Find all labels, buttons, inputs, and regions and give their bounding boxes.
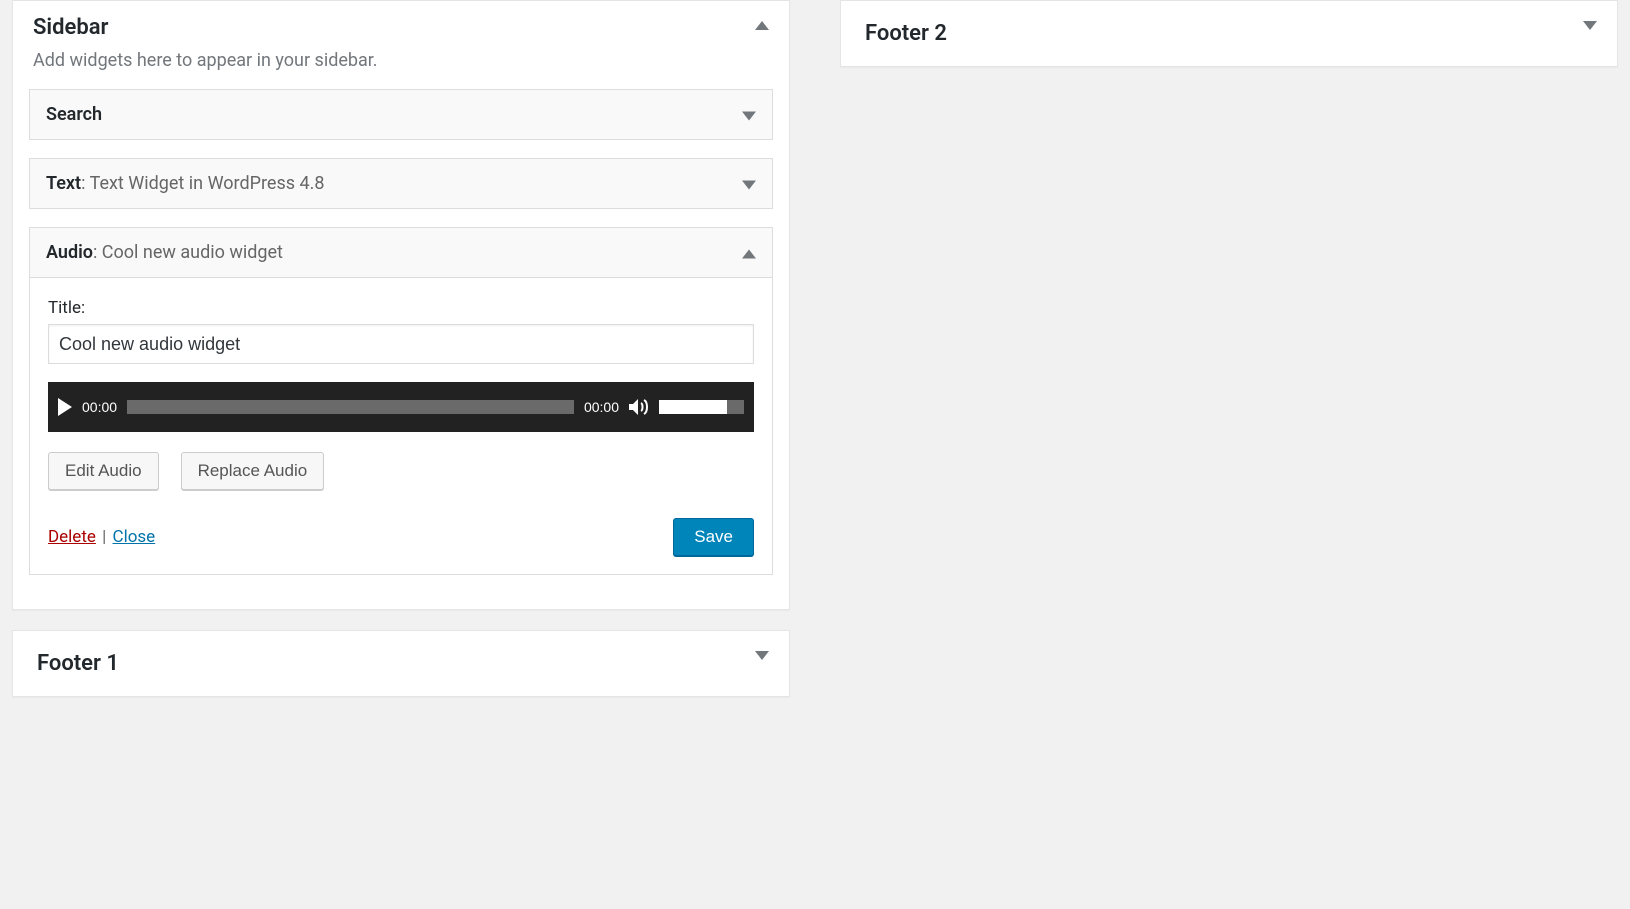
title-input[interactable] — [48, 324, 754, 364]
widget-search: Search — [29, 89, 773, 140]
progress-bar[interactable] — [127, 400, 574, 414]
media-buttons: Edit Audio Replace Audio — [48, 452, 754, 490]
widget-area-sidebar: Sidebar Add widgets here to appear in yo… — [12, 0, 790, 610]
action-links: Delete | Close — [48, 527, 155, 547]
duration-time: 00:00 — [584, 399, 619, 415]
widget-audio: Audio: Cool new audio widget Title: 00:0… — [29, 227, 773, 575]
save-button[interactable]: Save — [673, 518, 754, 556]
separator: | — [100, 527, 108, 547]
expand-icon — [755, 645, 769, 664]
widget-name: Text: Text Widget in WordPress 4.8 — [46, 173, 324, 194]
collapse-icon — [755, 15, 769, 34]
replace-audio-button[interactable]: Replace Audio — [181, 452, 325, 490]
widget-area-description: Add widgets here to appear in your sideb… — [13, 50, 789, 89]
widget-name: Search — [46, 104, 102, 125]
widget-area-footer1: Footer 1 — [12, 630, 790, 697]
widget-text-header[interactable]: Text: Text Widget in WordPress 4.8 — [30, 159, 772, 208]
close-link[interactable]: Close — [113, 527, 156, 547]
play-icon[interactable] — [58, 398, 72, 416]
widget-area-sidebar-header[interactable]: Sidebar — [13, 1, 789, 50]
current-time: 00:00 — [82, 399, 117, 415]
widget-actions: Delete | Close Save — [48, 518, 754, 556]
widget-name: Audio: Cool new audio widget — [46, 242, 283, 263]
volume-icon[interactable] — [629, 398, 649, 416]
widget-area-title: Footer 2 — [865, 21, 1593, 46]
title-label: Title: — [48, 298, 754, 318]
delete-link[interactable]: Delete — [48, 527, 96, 547]
widget-audio-header[interactable]: Audio: Cool new audio widget — [30, 228, 772, 278]
volume-bar[interactable] — [659, 400, 744, 414]
widget-area-title: Footer 1 — [37, 651, 765, 676]
widget-audio-body: Title: 00:00 00:00 — [30, 278, 772, 574]
expand-icon — [742, 174, 756, 193]
widget-area-footer1-header[interactable]: Footer 1 — [13, 631, 789, 696]
widget-search-header[interactable]: Search — [30, 90, 772, 139]
widgets-list: Search Text: Text Widget in WordPress 4.… — [13, 89, 789, 609]
expand-icon — [1583, 15, 1597, 34]
audio-player: 00:00 00:00 — [48, 382, 754, 432]
expand-icon — [742, 105, 756, 124]
widget-area-footer2-header[interactable]: Footer 2 — [841, 1, 1617, 66]
widget-area-title: Sidebar — [33, 15, 769, 40]
widget-area-footer2: Footer 2 — [840, 0, 1618, 67]
collapse-icon — [742, 243, 756, 262]
edit-audio-button[interactable]: Edit Audio — [48, 452, 159, 490]
widget-text: Text: Text Widget in WordPress 4.8 — [29, 158, 773, 209]
